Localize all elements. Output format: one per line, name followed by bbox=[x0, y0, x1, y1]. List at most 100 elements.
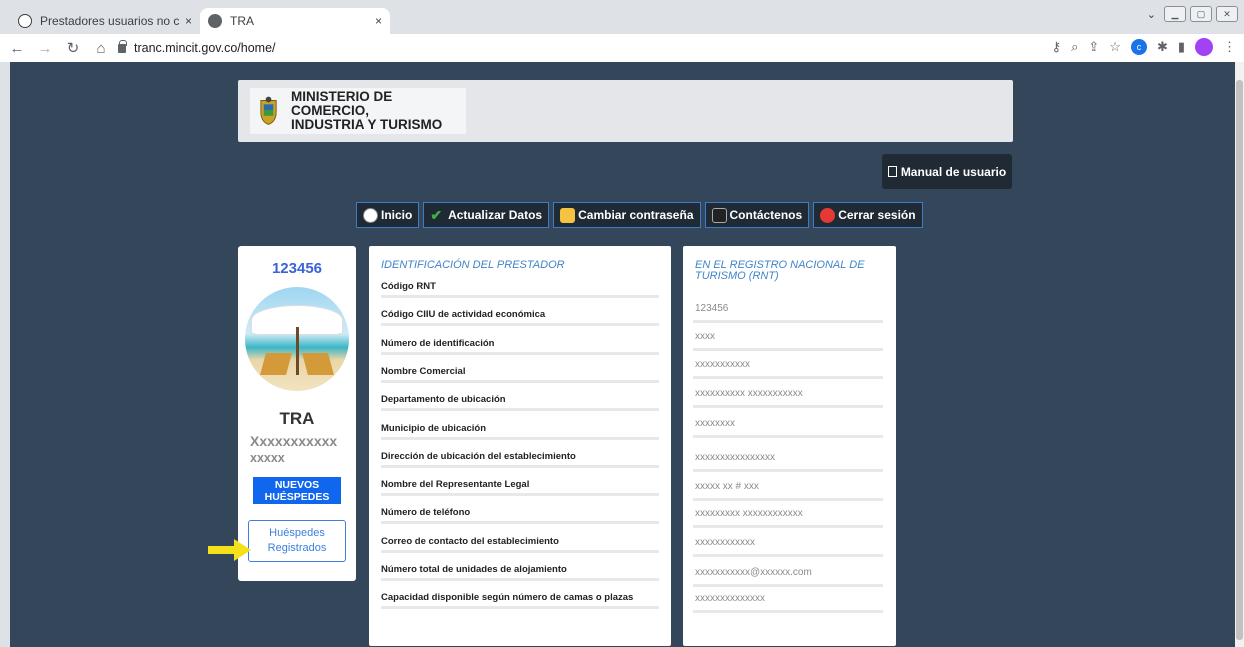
page-content: MINISTERIO DE COMERCIO, INDUSTRIA Y TURI… bbox=[10, 62, 1235, 647]
window-close-icon[interactable]: ✕ bbox=[1216, 6, 1238, 22]
window-controls: ⌄ ▁ ▢ ✕ bbox=[1147, 6, 1238, 22]
reload-icon[interactable]: ↻ bbox=[62, 39, 84, 57]
nav-cambiar-contrasena[interactable]: Cambiar contraseña bbox=[553, 202, 701, 228]
field-label: Nombre Comercial bbox=[381, 365, 466, 377]
manual-button[interactable]: Manual de usuario bbox=[882, 154, 1012, 189]
field-value-row: 123456 bbox=[693, 296, 883, 323]
ministry-name: MINISTERIO DE COMERCIO, INDUSTRIA Y TURI… bbox=[291, 89, 443, 132]
field-value: xxxxxxxx bbox=[695, 418, 735, 429]
puzzle-icon[interactable]: ✱ bbox=[1157, 39, 1168, 55]
field-value-row: xxxxx xx # xxx bbox=[693, 472, 883, 501]
field-value: xxxxxxxxxxxx bbox=[695, 537, 755, 548]
tab-title: TRA bbox=[230, 14, 254, 28]
nuevos-huespedes-button[interactable]: NUEVOS HUÉSPEDES bbox=[253, 477, 341, 504]
tab-search-icon[interactable]: ⌄ bbox=[1147, 8, 1156, 21]
home-icon[interactable]: ⌂ bbox=[90, 40, 112, 57]
field-label: Departamento de ubicación bbox=[381, 394, 506, 406]
huespedes-registrados-button[interactable]: Huéspedes Registrados bbox=[248, 520, 346, 562]
back-icon[interactable]: ← bbox=[6, 40, 28, 57]
star-icon[interactable]: ☆ bbox=[1109, 39, 1121, 55]
tab-tra[interactable]: TRA × bbox=[200, 8, 390, 34]
field-label: Número total de unidades de alojamiento bbox=[381, 564, 567, 575]
field-value-row: xxxxxxxxxxxxxxxx bbox=[693, 446, 883, 472]
contact-icon bbox=[711, 207, 727, 223]
beach-chair bbox=[302, 353, 334, 375]
registro-heading: EN EL REGISTRO NACIONAL DE TURISMO (RNT) bbox=[695, 259, 865, 282]
field-value-row: xxxxxxxxxx xxxxxxxxxxx bbox=[693, 379, 883, 408]
globe-icon bbox=[18, 14, 32, 28]
field-label-row: Dirección de ubicación del establecimien… bbox=[381, 440, 659, 468]
lock-icon bbox=[118, 39, 127, 53]
field-value: 123456 bbox=[695, 303, 729, 314]
nav-inicio[interactable]: Inicio bbox=[356, 202, 420, 228]
field-label: Municipio de ubicación bbox=[381, 422, 487, 434]
zoom-icon[interactable]: ⌕ bbox=[1071, 39, 1078, 55]
field-label-row: Correo de contacto del establecimiento bbox=[381, 525, 659, 553]
extension-icon[interactable]: c bbox=[1130, 39, 1147, 55]
profile-id: 123456 bbox=[271, 260, 323, 277]
field-label-row: Departamento de ubicación bbox=[381, 383, 659, 412]
key-icon[interactable]: ⚷ bbox=[1052, 39, 1062, 55]
nav-cerrar-sesion[interactable]: Cerrar sesión bbox=[813, 202, 923, 228]
field-value: xxxxxxxxxxxxxx bbox=[695, 593, 765, 604]
identificacion-heading: IDENTIFICACIÓN DEL PRESTADOR bbox=[381, 259, 565, 271]
field-label-row: Código RNT bbox=[381, 270, 659, 298]
field-value-row: xxxxxxxx bbox=[693, 408, 883, 438]
scrollbar-thumb[interactable] bbox=[1236, 80, 1243, 640]
site-header: MINISTERIO DE COMERCIO, INDUSTRIA Y TURI… bbox=[238, 80, 1013, 142]
globe-icon bbox=[208, 14, 222, 28]
field-label-row: Municipio de ubicación bbox=[381, 412, 659, 440]
beach-chair bbox=[260, 353, 292, 375]
avatar[interactable] bbox=[1195, 38, 1213, 56]
field-label-row: Número de teléfono bbox=[381, 496, 659, 525]
field-label: Capacidad disponible según número de cam… bbox=[381, 592, 634, 604]
nav-contactenos[interactable]: Contáctenos bbox=[704, 202, 810, 228]
field-value-row: xxxx bbox=[693, 323, 883, 351]
close-icon[interactable]: × bbox=[185, 14, 192, 28]
crest-icon bbox=[260, 96, 277, 125]
field-value: xxxxxxxxxxx bbox=[695, 359, 750, 370]
browser-toolbar: ← → ↻ ⌂ tranc.mincit.gov.co/home/ ⚷ ⌕ ⇪ … bbox=[0, 34, 1244, 62]
maximize-icon[interactable]: ▢ bbox=[1190, 6, 1212, 22]
ministry-logo[interactable]: MINISTERIO DE COMERCIO, INDUSTRIA Y TURI… bbox=[250, 88, 466, 134]
browser-tabstrip: Prestadores usuarios no conectad × TRA ×… bbox=[0, 0, 1244, 34]
field-label: Código RNT bbox=[381, 281, 436, 292]
forward-icon[interactable]: → bbox=[34, 40, 56, 57]
toolbar-icons: ⚷ ⌕ ⇪ ☆ c ✱ ▮ ⋮ bbox=[1052, 38, 1236, 56]
registro-panel: EN EL REGISTRO NACIONAL DE TURISMO (RNT)… bbox=[683, 246, 896, 646]
field-label-row: Número de identificación bbox=[381, 327, 659, 355]
field-label: Dirección de ubicación del establecimien… bbox=[381, 450, 576, 462]
sidepanel-icon[interactable]: ▮ bbox=[1178, 39, 1185, 55]
home-icon bbox=[363, 207, 378, 223]
scrollbar[interactable] bbox=[1235, 62, 1244, 647]
field-value: xxxxxxxxx xxxxxxxxxxxx bbox=[695, 508, 803, 519]
field-label: Correo de contacto del establecimiento bbox=[381, 535, 559, 547]
avatar bbox=[245, 287, 349, 391]
address-bar[interactable]: tranc.mincit.gov.co/home/ bbox=[118, 37, 1008, 59]
field-value: xxxxxxxxxxxxxxxx bbox=[695, 452, 775, 463]
close-icon[interactable]: × bbox=[375, 14, 382, 28]
field-value: xxxxx xx # xxx bbox=[695, 481, 759, 492]
share-icon[interactable]: ⇪ bbox=[1088, 39, 1099, 55]
profile-name: TRA bbox=[279, 409, 315, 428]
field-label-row: Nombre Comercial bbox=[381, 355, 659, 383]
tab-prestadores[interactable]: Prestadores usuarios no conectad × bbox=[10, 8, 200, 34]
field-label: Número de teléfono bbox=[381, 507, 471, 519]
main-nav: Inicio ✔ Actualizar Datos Cambiar contra… bbox=[356, 202, 923, 228]
key-icon bbox=[560, 207, 576, 223]
field-value-row: xxxxxxxxx xxxxxxxxxxxx bbox=[693, 501, 883, 528]
minimize-icon[interactable]: ▁ bbox=[1164, 6, 1186, 22]
power-icon bbox=[820, 207, 836, 223]
profile-subtitle: Xxxxxxxxxxx xxxxx bbox=[250, 433, 338, 465]
field-label: Código CIIU de actividad económica bbox=[381, 309, 546, 321]
field-value-row: xxxxxxxxxxxxxx bbox=[693, 587, 883, 613]
field-value-row: xxxxxxxxxxx@xxxxxx.com bbox=[693, 557, 883, 587]
umbrella-pole bbox=[296, 327, 299, 375]
checkmark-icon: ✔ bbox=[430, 206, 443, 223]
menu-icon[interactable]: ⋮ bbox=[1223, 39, 1236, 55]
field-label: Nombre del Representante Legal bbox=[381, 479, 530, 491]
nav-actualizar[interactable]: ✔ Actualizar Datos bbox=[423, 202, 550, 228]
url-text: tranc.mincit.gov.co/home/ bbox=[134, 41, 276, 55]
field-value-row: xxxxxxxxxxxx bbox=[693, 528, 883, 557]
pdf-icon bbox=[887, 166, 897, 177]
